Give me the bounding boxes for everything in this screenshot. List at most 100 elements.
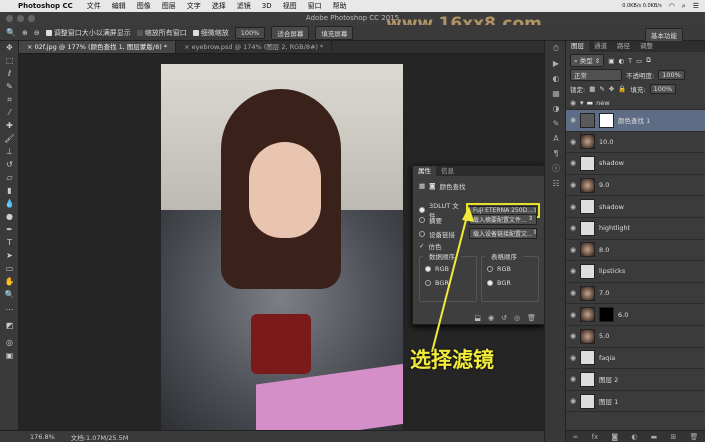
layer-mask-thumb[interactable] <box>599 112 614 128</box>
layer-thumb <box>580 393 595 409</box>
fx-icon[interactable]: fx <box>592 433 599 441</box>
tab-layers[interactable]: 图层 <box>566 41 589 52</box>
properties-icon[interactable]: ☷ <box>545 176 567 191</box>
layer-name: 10.0 <box>599 137 614 146</box>
chevron-down-icon[interactable]: ▾ <box>580 99 584 107</box>
panel-dock: ⏱ ▶ ◐ ▦ ◑ ✎ A ¶ ⓘ ☷ <box>544 41 566 442</box>
brush-icon[interactable]: ✎ <box>545 116 567 131</box>
layer-thumb <box>580 155 595 171</box>
layers-tabs: 图层 通道 路径 调整 <box>566 41 705 52</box>
filter-type-icon[interactable]: T <box>628 57 632 65</box>
eye-icon[interactable]: ◉ <box>566 99 580 107</box>
lock-paint-icon[interactable]: ✎ <box>599 85 604 93</box>
fill-input[interactable]: 100% <box>649 83 677 94</box>
layer-kind-value: 类型 <box>579 57 593 65</box>
blend-mode-select[interactable]: 正常 <box>570 68 622 81</box>
layer-shadow[interactable]: ◉ shadow <box>566 196 705 218</box>
layer-thumb <box>580 371 595 387</box>
eye-icon[interactable]: ◉ <box>566 332 580 340</box>
new-layer-icon[interactable]: ⊞ <box>670 433 676 441</box>
layer-name: shadow <box>599 159 624 168</box>
eye-icon[interactable]: ◉ <box>566 397 580 405</box>
layer-hightlight[interactable]: ◉ hightlight <box>566 218 705 240</box>
delete-layer-icon[interactable]: 🗑 <box>689 433 698 441</box>
eye-icon[interactable]: ◉ <box>566 203 580 211</box>
eye-icon[interactable]: ◉ <box>566 181 580 189</box>
layer-shadow[interactable]: ◉ shadow <box>566 153 705 175</box>
layer-filter-row: ⌕ 类型 ⇕ ▣ ◐ T ▭ ⧉ <box>566 54 705 67</box>
layer-list: ◉ ▾ ▬ new ◉ 颜色查找 1 ◉ 10.0 ◉ shadow ◉ 9.0 ◉ shado… <box>566 97 705 413</box>
layer-1[interactable]: ◉ 图层 1 <box>566 391 705 413</box>
filter-smart-icon[interactable]: ⧉ <box>646 56 651 65</box>
blend-row: 正常 不透明度: 100% <box>566 68 705 81</box>
layer-name: new <box>596 99 610 107</box>
arrow-head <box>462 206 474 222</box>
new-group-icon[interactable]: ▬ <box>651 433 658 441</box>
filter-shape-icon[interactable]: ▭ <box>636 57 642 65</box>
filter-adjust-icon[interactable]: ◐ <box>618 57 624 65</box>
layer-5[interactable]: ◉ 5.0 <box>566 326 705 348</box>
tab-paths[interactable]: 路径 <box>612 41 635 52</box>
filter-image-icon[interactable]: ▣ <box>608 57 614 65</box>
annotation-text: 选择滤镜 <box>410 348 494 372</box>
layer-name: 颜色查找 1 <box>618 117 651 126</box>
layer-kind-select[interactable]: ⌕ 类型 ⇕ <box>570 54 605 67</box>
opacity-input[interactable]: 100% <box>658 69 685 80</box>
add-mask-icon[interactable]: ◙ <box>611 433 618 441</box>
paragraph-icon[interactable]: ¶ <box>545 146 567 161</box>
adjustment-thumb <box>580 112 595 128</box>
info-icon[interactable]: ⓘ <box>545 161 567 176</box>
layer-mask-thumb[interactable] <box>599 307 614 323</box>
history-icon[interactable]: ⏱ <box>545 41 567 56</box>
eye-icon[interactable]: ◉ <box>566 289 580 297</box>
layer-9[interactable]: ◉ 9.0 <box>566 175 705 197</box>
tab-channels[interactable]: 通道 <box>589 41 612 52</box>
link-icon[interactable]: ∞ <box>573 433 579 441</box>
eye-icon[interactable]: ◉ <box>566 354 580 362</box>
eye-icon[interactable]: ◉ <box>566 224 580 232</box>
layer-name: 图层 1 <box>599 398 619 407</box>
lock-move-icon[interactable]: ✥ <box>609 85 614 93</box>
layer-name: shadow <box>599 202 624 211</box>
eye-icon[interactable]: ◉ <box>566 246 580 254</box>
layer-faqia[interactable]: ◉ faqia <box>566 348 705 370</box>
color-icon[interactable]: ◐ <box>545 71 567 86</box>
adjustments-icon[interactable]: ◑ <box>545 101 567 116</box>
layer-name: 6.0 <box>618 310 629 319</box>
layer-thumb <box>580 285 595 301</box>
adjustment-layer-icon[interactable]: ◐ <box>631 433 637 441</box>
eye-icon[interactable]: ◉ <box>566 267 580 275</box>
eye-icon[interactable]: ◉ <box>566 116 580 124</box>
layer-2[interactable]: ◉ 图层 2 <box>566 369 705 391</box>
character-icon[interactable]: A <box>545 131 567 146</box>
layer-name: 9.0 <box>599 181 610 190</box>
tab-adjustments[interactable]: 调整 <box>635 41 658 52</box>
eye-icon[interactable]: ◉ <box>566 159 580 167</box>
lock-label: 锁定: <box>570 85 586 94</box>
layer-thumb <box>580 328 595 344</box>
layer-thumb <box>580 242 595 258</box>
lock-pixels-icon[interactable]: ▦ <box>589 85 595 93</box>
layer-8[interactable]: ◉ 8.0 <box>566 240 705 262</box>
swatches-icon[interactable]: ▦ <box>545 86 567 101</box>
fill-label: 填充: <box>630 85 646 94</box>
layer-7[interactable]: ◉ 7.0 <box>566 283 705 305</box>
blend-mode-value: 正常 <box>574 71 587 80</box>
layer-thumb <box>580 177 595 193</box>
eye-icon[interactable]: ◉ <box>566 138 580 146</box>
lock-all-icon[interactable]: 🔒 <box>618 85 626 93</box>
layer-color-lookup[interactable]: ◉ 颜色查找 1 <box>566 110 705 132</box>
search-icon: ⌕ <box>574 57 578 65</box>
actions-icon[interactable]: ▶ <box>545 56 567 71</box>
layers-footer: ∞ fx ◙ ◐ ▬ ⊞ 🗑 <box>566 430 705 442</box>
layer-group-new[interactable]: ◉ ▾ ▬ new <box>566 97 705 110</box>
eye-icon[interactable]: ◉ <box>566 311 580 319</box>
eye-icon[interactable]: ◉ <box>566 375 580 383</box>
lock-row: 锁定: ▦ ✎ ✥ 🔒 填充: 100% <box>566 83 705 94</box>
layer-6[interactable]: ◉ 6.0 <box>566 304 705 326</box>
layer-lipsticks[interactable]: ◉ lipsticks <box>566 261 705 283</box>
layers-panel: 图层 通道 路径 调整 ⌕ 类型 ⇕ ▣ ◐ T ▭ ⧉ 正常 不透明度: 10… <box>566 41 705 442</box>
layer-name: 8.0 <box>599 245 610 254</box>
layer-10[interactable]: ◉ 10.0 <box>566 132 705 154</box>
layer-name: 5.0 <box>599 332 610 341</box>
